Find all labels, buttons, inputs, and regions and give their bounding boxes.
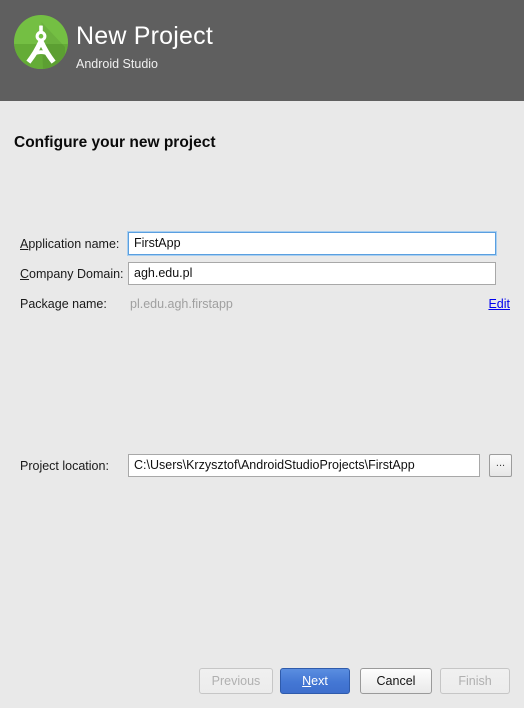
mnemonic-letter: C xyxy=(20,267,30,281)
row-application-name: Application name: FirstApp xyxy=(0,231,524,256)
dialog-header: New Project Android Studio xyxy=(0,0,524,101)
page-title: Configure your new project xyxy=(14,134,216,151)
package-name-edit-link[interactable]: Edit xyxy=(488,292,510,316)
row-company-domain: Company Domain: agh.edu.pl xyxy=(0,262,524,286)
row-project-location: Project location: C:\Users\Krzysztof\And… xyxy=(0,454,524,478)
row-package-name: Package name: pl.edu.agh.firstapp Edit xyxy=(0,292,524,316)
button-text: ext xyxy=(311,674,328,688)
label-text: ompany Domain: xyxy=(29,267,124,281)
label-text: pplication name: xyxy=(28,237,120,251)
label-application-name: Application name: xyxy=(20,232,119,256)
android-studio-logo-icon xyxy=(13,14,69,70)
project-location-input[interactable]: C:\Users\Krzysztof\AndroidStudioProjects… xyxy=(128,454,480,477)
dialog-footer: Previous Next Cancel Finish xyxy=(0,660,524,708)
finish-button[interactable]: Finish xyxy=(440,668,510,694)
mnemonic-letter: N xyxy=(302,674,312,688)
company-domain-input[interactable]: agh.edu.pl xyxy=(128,262,496,285)
dialog-body: Configure your new project Application n… xyxy=(0,101,524,708)
dialog-subtitle: Android Studio xyxy=(76,57,159,71)
cancel-button[interactable]: Cancel xyxy=(360,668,432,694)
next-button[interactable]: Next xyxy=(280,668,350,694)
application-name-input[interactable]: FirstApp xyxy=(127,231,497,256)
header-text-block: New Project Android Studio xyxy=(76,21,496,72)
label-project-location: Project location: xyxy=(20,459,109,473)
label-package-name: Package name: xyxy=(20,297,107,311)
new-project-dialog: New Project Android Studio Configure you… xyxy=(0,0,524,708)
dialog-title: New Project xyxy=(76,22,213,50)
browse-folder-button[interactable]: ... xyxy=(489,454,512,477)
previous-button[interactable]: Previous xyxy=(199,668,273,694)
package-name-value: pl.edu.agh.firstapp xyxy=(130,297,233,311)
label-company-domain: Company Domain: xyxy=(20,262,124,286)
